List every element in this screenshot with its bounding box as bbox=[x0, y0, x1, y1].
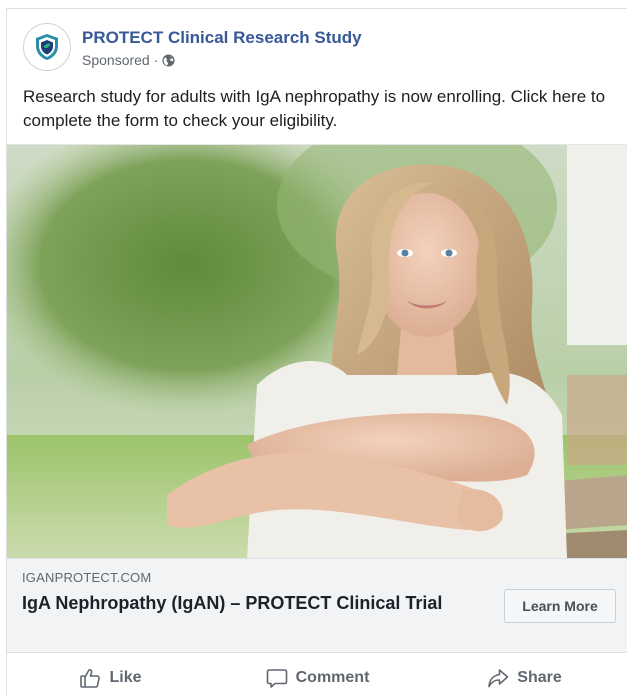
page-name-link[interactable]: PROTECT Clinical Research Study bbox=[82, 28, 362, 48]
learn-more-button[interactable]: Learn More bbox=[504, 589, 616, 623]
post-actions-bar: Like Comment Share bbox=[7, 659, 627, 696]
page-avatar[interactable] bbox=[23, 23, 71, 71]
ad-image[interactable] bbox=[7, 144, 627, 558]
comment-button[interactable]: Comment bbox=[214, 659, 421, 696]
thumbs-up-icon bbox=[80, 669, 101, 688]
shield-logo-icon bbox=[36, 34, 58, 60]
link-preview[interactable]: IGANPROTECT.COM IgA Nephropathy (IgAN) –… bbox=[7, 558, 627, 653]
post-text: Research study for adults with IgA nephr… bbox=[23, 87, 606, 130]
sponsored-post-card: PROTECT Clinical Research Study Sponsore… bbox=[6, 8, 627, 696]
post-meta: Sponsored · bbox=[82, 52, 175, 68]
share-arrow-icon bbox=[488, 669, 509, 688]
like-button[interactable]: Like bbox=[7, 659, 214, 696]
comment-label: Comment bbox=[295, 669, 370, 686]
comment-bubble-icon bbox=[266, 669, 287, 688]
link-headline[interactable]: IgA Nephropathy (IgAN) – PROTECT Clinica… bbox=[22, 591, 492, 615]
post-header: PROTECT Clinical Research Study Sponsore… bbox=[7, 9, 627, 79]
like-label: Like bbox=[109, 669, 142, 686]
share-label: Share bbox=[517, 669, 562, 686]
woman-portrait-photo bbox=[7, 145, 627, 558]
globe-icon[interactable] bbox=[162, 53, 175, 67]
link-domain: IGANPROTECT.COM bbox=[22, 570, 152, 585]
share-button[interactable]: Share bbox=[421, 659, 627, 696]
meta-separator: · bbox=[153, 52, 159, 68]
sponsored-label[interactable]: Sponsored bbox=[82, 52, 150, 68]
